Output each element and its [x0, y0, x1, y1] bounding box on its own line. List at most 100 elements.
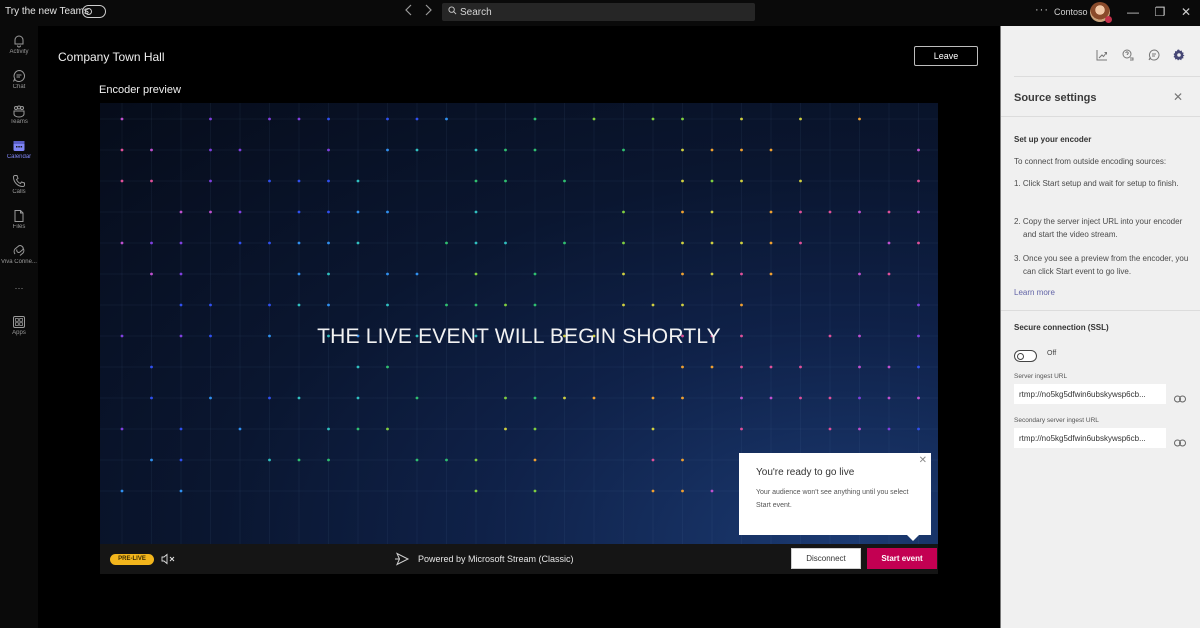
back-button[interactable] — [405, 4, 413, 19]
settings-button[interactable] — [1173, 48, 1185, 66]
grid-dot — [209, 179, 212, 183]
grid-dot — [415, 458, 419, 462]
rail-item-calendar[interactable]: Calendar — [0, 137, 38, 171]
grid-dot — [769, 241, 773, 245]
grid-dot — [622, 272, 625, 276]
rail-label: Files — [12, 224, 26, 230]
grid-dot — [268, 179, 271, 183]
panel-close-button[interactable]: ✕ — [1173, 90, 1183, 104]
search-icon — [448, 6, 457, 15]
ssl-heading: Secure connection (SSL) — [1014, 323, 1109, 332]
grid-dot — [681, 117, 684, 121]
try-new-teams-toggle[interactable] — [82, 5, 106, 18]
speaker-muted-icon — [161, 553, 175, 565]
leave-button[interactable]: Leave — [914, 46, 978, 66]
rail-label: Chat — [12, 84, 26, 90]
gear-icon — [1173, 49, 1185, 61]
video-headline: THE LIVE EVENT WILL BEGIN SHORTLY — [317, 325, 721, 348]
grid-dot — [681, 489, 684, 493]
source-settings-panel: Source settings ✕ Set up your encoder To… — [1000, 26, 1200, 628]
live-event-stage: Company Town Hall Leave Encoder preview … — [38, 26, 1000, 628]
grid-dot — [179, 210, 183, 214]
search-bar[interactable] — [442, 3, 755, 21]
stream-logo — [394, 552, 410, 571]
grid-dot — [769, 365, 773, 369]
grid-dot — [799, 117, 802, 121]
setup-encoder-heading: Set up your encoder — [1014, 135, 1092, 144]
viva-icon — [13, 245, 25, 256]
mute-button[interactable] — [161, 552, 177, 570]
disconnect-button[interactable]: Disconnect — [791, 548, 861, 569]
ssl-state-label: Off — [1047, 350, 1057, 357]
grid-dot — [887, 365, 891, 369]
player-control-bar: PRE-LIVE Powered by Microsoft Stream (Cl… — [100, 544, 938, 574]
grid-dot — [120, 179, 124, 183]
rail-label: Apps — [12, 330, 26, 336]
rail-item-teams[interactable]: Teams — [0, 102, 38, 136]
grid-dot — [474, 458, 478, 462]
grid-dot — [740, 365, 743, 369]
rail-more-apps[interactable]: ··· — [0, 282, 38, 316]
search-input[interactable] — [460, 3, 750, 21]
grid-dot — [887, 210, 891, 214]
grid-dot — [327, 272, 330, 276]
forward-button[interactable] — [424, 4, 432, 19]
grid-dot — [120, 241, 124, 245]
grid-dot — [740, 303, 743, 307]
copy-server-url-button[interactable] — [1174, 390, 1186, 408]
grid-dot — [887, 396, 891, 400]
grid-dot — [445, 241, 448, 245]
chat-button[interactable] — [1148, 48, 1160, 66]
rail-item-apps[interactable]: Apps — [0, 313, 38, 347]
grid-dot — [887, 272, 891, 276]
grid-dot — [327, 117, 330, 121]
secondary-ingest-url-field[interactable] — [1014, 428, 1166, 448]
grid-dot — [622, 241, 625, 245]
grid-dot — [327, 427, 330, 431]
grid-dot — [268, 241, 271, 245]
rail-item-files[interactable]: Files — [0, 207, 38, 241]
org-name[interactable]: Contoso — [1054, 7, 1088, 17]
panel-divider — [1014, 76, 1200, 77]
more-icon: ··· — [14, 283, 24, 293]
grid-dot — [268, 303, 271, 307]
popover-close-button[interactable]: ✕ — [919, 455, 927, 466]
analytics-button[interactable] — [1096, 48, 1108, 66]
grid-dot — [386, 148, 389, 152]
qna-button[interactable] — [1122, 48, 1134, 66]
learn-more-link[interactable]: Learn more — [1014, 288, 1055, 297]
avatar[interactable] — [1090, 2, 1112, 23]
maximize-button[interactable]: ❐ — [1150, 3, 1170, 21]
grid-dot — [238, 148, 242, 152]
grid-dot — [386, 303, 389, 307]
rail-item-viva-connections[interactable]: Viva Conne... — [0, 242, 38, 276]
grid-dot — [533, 396, 537, 400]
grid-dot — [327, 241, 330, 245]
grid-dot — [828, 427, 832, 431]
grid-dot — [386, 272, 389, 276]
grid-dot — [592, 117, 596, 121]
grid-dot — [297, 179, 301, 183]
copy-secondary-url-button[interactable] — [1174, 434, 1186, 452]
grid-dot — [681, 179, 684, 183]
rail-label: Calls — [12, 189, 26, 195]
grid-dot — [651, 427, 655, 431]
rail-item-activity[interactable]: Activity — [0, 32, 38, 66]
grid-dot — [622, 148, 625, 152]
start-event-button[interactable]: Start event — [867, 548, 937, 569]
grid-dot — [858, 396, 861, 400]
rail-label: Activity — [9, 49, 29, 55]
close-window-button[interactable]: ✕ — [1176, 3, 1196, 21]
grid-dot — [858, 210, 861, 214]
popover-title: You're ready to go live — [756, 467, 855, 478]
server-ingest-url-field[interactable] — [1014, 384, 1166, 404]
ssl-toggle[interactable] — [1014, 350, 1037, 362]
rail-item-calls[interactable]: Calls — [0, 172, 38, 206]
grid-dot — [710, 179, 714, 183]
minimize-button[interactable]: — — [1123, 3, 1143, 21]
rail-item-chat[interactable]: Chat — [0, 67, 38, 101]
grid-dot — [533, 117, 537, 121]
more-options-button[interactable]: ··· — [1035, 4, 1049, 16]
stream-icon — [395, 552, 410, 566]
rail-label: Viva Conne... — [1, 259, 37, 265]
